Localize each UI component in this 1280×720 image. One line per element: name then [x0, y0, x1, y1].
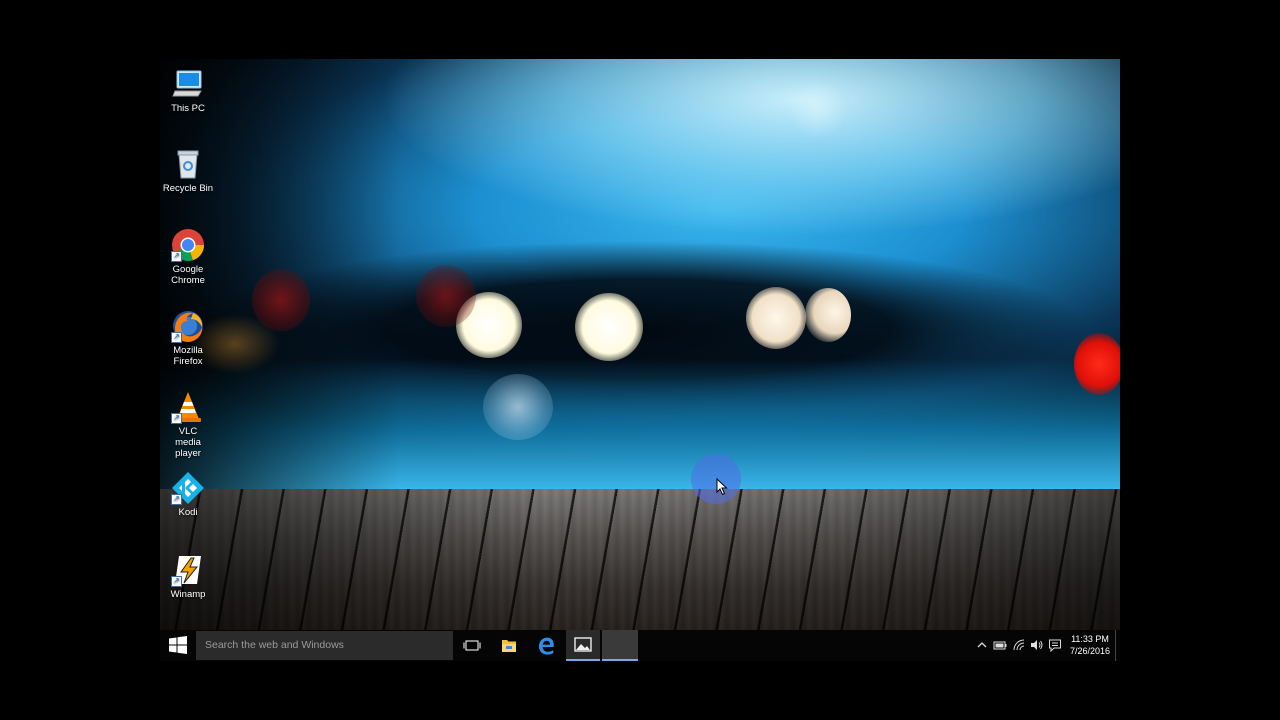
- battery-icon: [993, 641, 1007, 650]
- wifi-icon: [1013, 639, 1025, 651]
- bokeh-red-light: [1074, 333, 1120, 395]
- task-view-button[interactable]: [456, 630, 488, 661]
- recycle-bin-icon: [171, 147, 205, 181]
- desktop-icon-kodi[interactable]: ↗ Kodi: [160, 471, 216, 518]
- photos-icon: [574, 637, 592, 652]
- desktop-screen: This PC Recycle Bin ↗ Google Chrome ↗ Mo…: [160, 59, 1120, 661]
- chrome-icon: ↗: [171, 228, 205, 262]
- bokeh-blue-light: [788, 79, 848, 139]
- desktop-icon-this-pc[interactable]: This PC: [160, 67, 216, 114]
- shortcut-arrow-icon: ↗: [171, 576, 182, 587]
- battery-button[interactable]: [993, 638, 1007, 655]
- clock-time: 11:33 PM: [1071, 634, 1109, 644]
- vlc-icon: ↗: [171, 390, 205, 424]
- action-center-button[interactable]: [1048, 638, 1062, 655]
- search-placeholder: Search the web and Windows: [205, 639, 344, 651]
- shortcut-arrow-icon: ↗: [171, 494, 182, 505]
- wooden-deck-shade: [160, 489, 1120, 630]
- start-button[interactable]: [160, 630, 196, 661]
- desktop-wallpaper: [160, 59, 1120, 630]
- bokeh-light: [805, 288, 851, 342]
- show-desktop-button[interactable]: [1115, 630, 1120, 661]
- desktop-icon-label: Kodi: [178, 507, 198, 518]
- bokeh-light: [746, 287, 806, 349]
- desktop-icon-label: Recycle Bin: [162, 183, 214, 194]
- desktop-icon-label: Winamp: [170, 589, 206, 600]
- running-indicator: [602, 659, 638, 661]
- volume-icon: [1031, 640, 1043, 650]
- desktop-icon-vlc-media-player[interactable]: ↗ VLC media player: [160, 390, 216, 459]
- desktop-icon-label: VLC media player: [175, 426, 201, 459]
- mouse-cursor-icon: [716, 477, 728, 501]
- shortcut-arrow-icon: ↗: [171, 332, 182, 343]
- photos-app-button[interactable]: [566, 630, 600, 661]
- kodi-icon: ↗: [171, 471, 205, 505]
- search-input[interactable]: Search the web and Windows: [196, 631, 453, 660]
- action-center-icon: [1049, 639, 1061, 653]
- taskbar: Search the web and Windows 11:33 PM 7/26…: [160, 630, 1120, 661]
- desktop-icon-recycle-bin[interactable]: Recycle Bin: [160, 147, 216, 194]
- chevron-up-icon: [977, 642, 987, 648]
- task-view-icon: [463, 640, 481, 651]
- network-button[interactable]: [1012, 638, 1026, 655]
- shortcut-arrow-icon: ↗: [171, 251, 182, 262]
- winamp-icon: ↗: [171, 553, 205, 587]
- windows-logo-icon: [169, 636, 187, 654]
- desktop-icon-winamp[interactable]: ↗ Winamp: [160, 553, 216, 600]
- file-explorer-button[interactable]: [493, 630, 525, 661]
- running-indicator: [566, 659, 600, 661]
- edge-browser-button[interactable]: [530, 630, 562, 661]
- volume-button[interactable]: [1030, 638, 1044, 655]
- desktop-icon-label: Google Chrome: [171, 264, 205, 286]
- desktop-icon-label: Mozilla Firefox: [173, 345, 203, 367]
- bokeh-red-light: [416, 265, 476, 327]
- bokeh-light: [575, 293, 643, 361]
- show-hidden-icons-button[interactable]: [976, 638, 988, 655]
- desktop-icon-google-chrome[interactable]: ↗ Google Chrome: [160, 228, 216, 286]
- desktop-icon-label: This PC: [171, 103, 205, 114]
- shortcut-arrow-icon: ↗: [171, 413, 182, 424]
- edge-icon: [539, 637, 554, 655]
- bokeh-blue-light: [483, 374, 553, 440]
- clock-date: 7/26/2016: [1069, 646, 1111, 656]
- folder-icon: [502, 640, 516, 652]
- computer-icon: [171, 67, 205, 101]
- firefox-icon: ↗: [171, 309, 205, 343]
- taskbar-clock[interactable]: 11:33 PM 7/26/2016: [1062, 633, 1118, 657]
- desktop-icon-mozilla-firefox[interactable]: ↗ Mozilla Firefox: [160, 309, 216, 367]
- active-app-button[interactable]: [602, 630, 638, 661]
